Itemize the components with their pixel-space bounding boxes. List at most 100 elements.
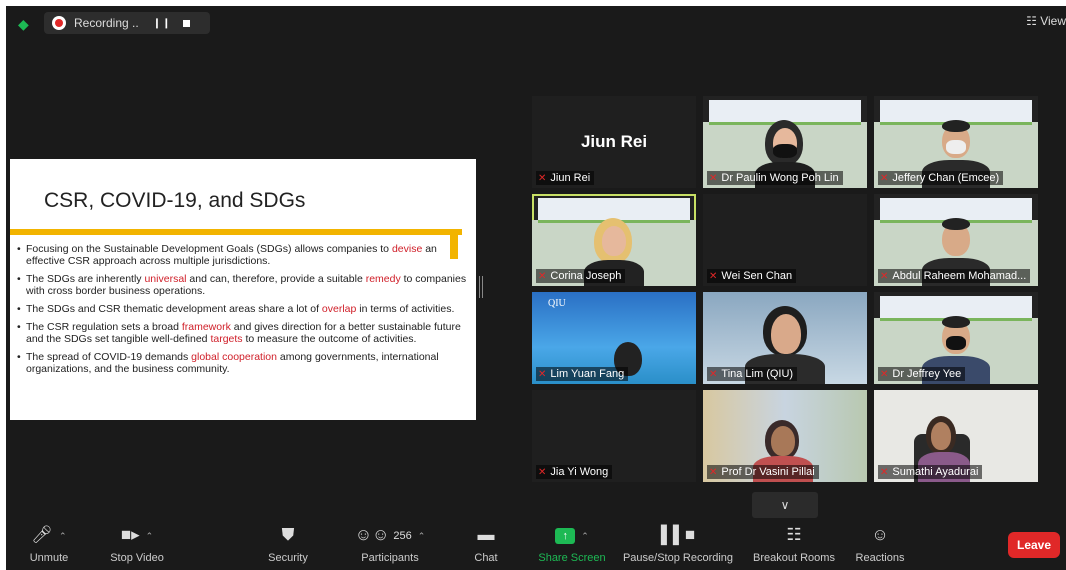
participants-label: Participants (361, 552, 419, 564)
highlighted-term: overlap (321, 303, 357, 315)
breakout-rooms-label: Breakout Rooms (753, 552, 835, 564)
participant-name-tag: ✕ Dr Paulin Wong Poh Lin (707, 171, 843, 185)
participant-name-tag: ✕ Prof Dr Vasini Pillai (707, 465, 819, 479)
muted-mic-icon: ✕ (880, 466, 889, 478)
pause-stop-recording-label: Pause/Stop Recording (622, 552, 734, 564)
participant-display-name: Jiun Rei (580, 132, 648, 151)
slide-title: CSR, COVID-19, and SDGs (44, 189, 306, 212)
stop-icon[interactable] (183, 19, 191, 27)
event-banner (880, 100, 1032, 125)
participant-name: Dr Paulin Wong Poh Lin (721, 172, 839, 184)
muted-mic-icon: ✕ (709, 172, 718, 184)
participant-name-tag: ✕ Corina Joseph (536, 269, 626, 283)
participant-name-tag: ✕ Jiun Rei (536, 171, 595, 185)
shield-icon: ⛊ (281, 525, 295, 544)
grid-icon: ☷ (1026, 14, 1037, 28)
share-screen-label: Share Screen (538, 552, 606, 564)
muted-mic-icon: ✕ (709, 368, 718, 380)
muted-mic-icon: ✕ (709, 466, 718, 478)
video-tile[interactable]: ✕ Dr Paulin Wong Poh Lin (703, 96, 867, 188)
view-label: View (1040, 14, 1066, 28)
security-button[interactable]: ⛊ Security (262, 522, 314, 570)
muted-mic-icon: 🎤︎ (31, 525, 54, 544)
participant-name: Abdul Raheem Mohamad... (892, 270, 1027, 282)
chevron-up-icon[interactable]: ⌃ (59, 531, 67, 541)
recording-label: Recording .. (74, 16, 139, 30)
muted-mic-icon: ✕ (538, 466, 547, 478)
video-tile[interactable]: ✕ Wei Sen Chan (703, 194, 867, 286)
video-tile[interactable]: ✕ Tina Lim (QIU) (703, 292, 867, 384)
recording-indicator: Recording .. ❙❙ (44, 12, 210, 34)
share-arrow-icon: ↑ (555, 527, 576, 544)
participant-name-tag: ✕ Abdul Raheem Mohamad... (878, 269, 1031, 283)
chat-bubble-icon: ▬ (477, 525, 495, 544)
chevron-up-icon[interactable]: ⌃ (581, 531, 589, 541)
highlighted-term: targets (210, 333, 243, 345)
participants-count: 256 (393, 529, 412, 542)
chevron-up-icon[interactable]: ⌃ (418, 531, 426, 541)
splitter-handle[interactable] (479, 276, 483, 298)
participant-name: Jeffery Chan (Emcee) (892, 172, 1000, 184)
video-tile[interactable]: ✕ Jia Yi Wong (532, 390, 696, 482)
shared-screen-slide: CSR, COVID-19, and SDGs Focusing on the … (10, 159, 476, 420)
pause-stop-recording-button[interactable]: ▌▌■ Pause/Stop Recording (622, 522, 734, 570)
muted-mic-icon: ✕ (880, 172, 889, 184)
video-tile[interactable]: ✕ Abdul Raheem Mohamad... (874, 194, 1038, 286)
highlighted-term: framework (181, 321, 231, 333)
security-label: Security (268, 552, 308, 564)
participant-name-tag: ✕ Wei Sen Chan (707, 269, 797, 283)
muted-mic-icon: ✕ (880, 270, 889, 282)
participants-button[interactable]: ☺☺ 256 ⌃ Participants (348, 522, 432, 570)
participant-name: Dr Jeffrey Yee (892, 368, 962, 380)
breakout-rooms-icon: ☷ (786, 525, 802, 544)
chat-button[interactable]: ▬ Chat (466, 522, 506, 570)
chevron-down-icon[interactable]: ∨ (752, 492, 818, 518)
participants-icon: ☺☺ (354, 525, 390, 544)
video-tile[interactable]: ✕ Sumathi Ayadurai (874, 390, 1038, 482)
bullet-text: The spread of COVID-19 demands (26, 351, 192, 363)
slide-bullet: The CSR regulation sets a broad framewor… (16, 321, 472, 345)
participant-name-tag: ✕ Sumathi Ayadurai (878, 465, 983, 479)
unmute-label: Unmute (29, 552, 69, 564)
video-tile[interactable]: ✕ Dr Jeffrey Yee (874, 292, 1038, 384)
breakout-rooms-button[interactable]: ☷ Breakout Rooms (750, 522, 838, 570)
video-tile[interactable]: ✕ Corina Joseph (532, 194, 696, 286)
participant-name: Tina Lim (QIU) (721, 368, 794, 380)
record-icon (52, 16, 66, 30)
bullet-text: to measure the outcome of activities. (242, 333, 417, 345)
zoom-meeting-window: ◆ Recording .. ❙❙ ☷ View CSR, COVID-19, … (6, 6, 1066, 570)
pause-icon[interactable]: ❙❙ (153, 18, 172, 29)
video-tile[interactable]: QIU ✕ Lim Yuan Fang (532, 292, 696, 384)
slide-bullet-list: Focusing on the Sustainable Development … (16, 243, 472, 381)
stop-video-label: Stop Video (110, 552, 164, 564)
unmute-button[interactable]: 🎤︎ ⌃ Unmute (20, 522, 78, 570)
chat-label: Chat (474, 552, 498, 564)
muted-mic-icon: ✕ (538, 172, 547, 184)
shield-icon[interactable]: ◆ (18, 16, 32, 32)
stop-video-button[interactable]: ■▸ ⌃ Stop Video (102, 522, 172, 570)
view-button[interactable]: ☷ View (1026, 14, 1066, 28)
pause-stop-icon: ▌▌■ (660, 525, 696, 544)
highlighted-term: remedy (365, 273, 401, 285)
bullet-text: Focusing on the Sustainable Development … (26, 243, 392, 255)
meeting-toolbar: 🎤︎ ⌃ Unmute ■▸ ⌃ Stop Video ⛊ Security ☺☺ 2… (6, 522, 1066, 570)
bullet-text: in terms of activities. (356, 303, 455, 315)
share-screen-button[interactable]: ↑ ⌃ Share Screen (532, 522, 612, 570)
video-camera-icon: ■▸ (120, 525, 140, 544)
participant-name: Corina Joseph (550, 270, 622, 282)
event-banner (709, 100, 861, 125)
highlighted-term: devise (391, 243, 423, 255)
video-tile[interactable]: Jiun Rei ✕ Jiun Rei (532, 96, 696, 188)
leave-button[interactable]: Leave (1008, 532, 1060, 558)
muted-mic-icon: ✕ (709, 270, 718, 282)
video-tile[interactable]: ✕ Prof Dr Vasini Pillai (703, 390, 867, 482)
muted-mic-icon: ✕ (538, 270, 547, 282)
event-banner (880, 296, 1032, 321)
highlighted-term: global cooperation (191, 351, 277, 363)
slide-bullet: The SDGs and CSR thematic development ar… (16, 303, 472, 315)
chevron-up-icon[interactable]: ⌃ (146, 531, 154, 541)
reactions-button[interactable]: ☺ Reactions (852, 522, 908, 570)
highlighted-term: universal (144, 273, 187, 285)
smiley-plus-icon: ☺ (871, 525, 889, 544)
video-tile[interactable]: ✕ Jeffery Chan (Emcee) (874, 96, 1038, 188)
